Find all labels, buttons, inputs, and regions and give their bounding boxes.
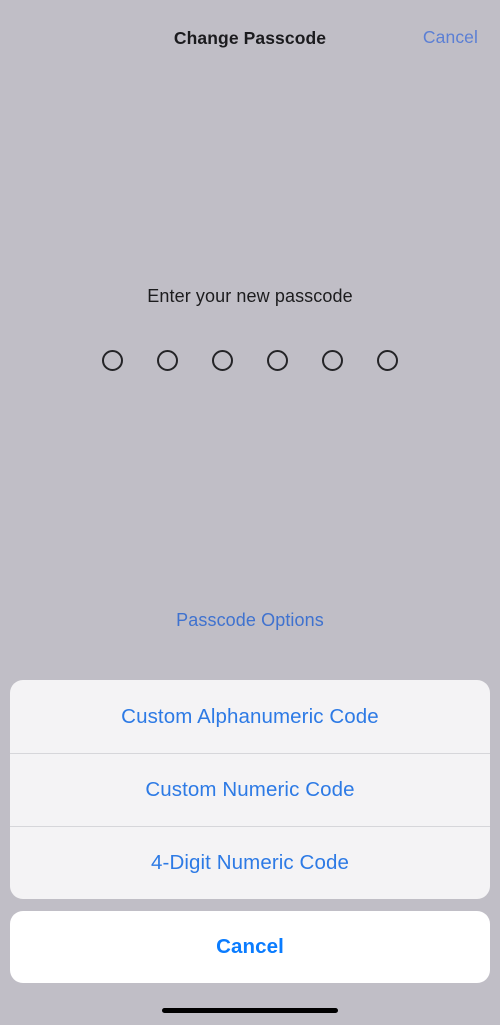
action-sheet-options-group: Custom Alphanumeric Code Custom Numeric … [10,680,490,899]
action-sheet-option-four-digit[interactable]: 4-Digit Numeric Code [10,826,490,899]
action-sheet-cancel-button[interactable]: Cancel [10,911,490,983]
passcode-dots[interactable] [0,350,500,371]
passcode-dot [377,350,398,371]
passcode-dot [322,350,343,371]
passcode-dot [157,350,178,371]
nav-cancel-button[interactable]: Cancel [423,27,478,48]
passcode-dot [212,350,233,371]
navigation-bar: Change Passcode Cancel [0,0,500,78]
action-sheet-option-alphanumeric[interactable]: Custom Alphanumeric Code [10,680,490,753]
passcode-options-link[interactable]: Passcode Options [0,610,500,631]
home-indicator [162,1008,338,1013]
passcode-dot [267,350,288,371]
passcode-prompt-label: Enter your new passcode [147,286,353,306]
action-sheet: Custom Alphanumeric Code Custom Numeric … [10,680,490,983]
passcode-dot [102,350,123,371]
action-sheet-option-numeric[interactable]: Custom Numeric Code [10,753,490,826]
